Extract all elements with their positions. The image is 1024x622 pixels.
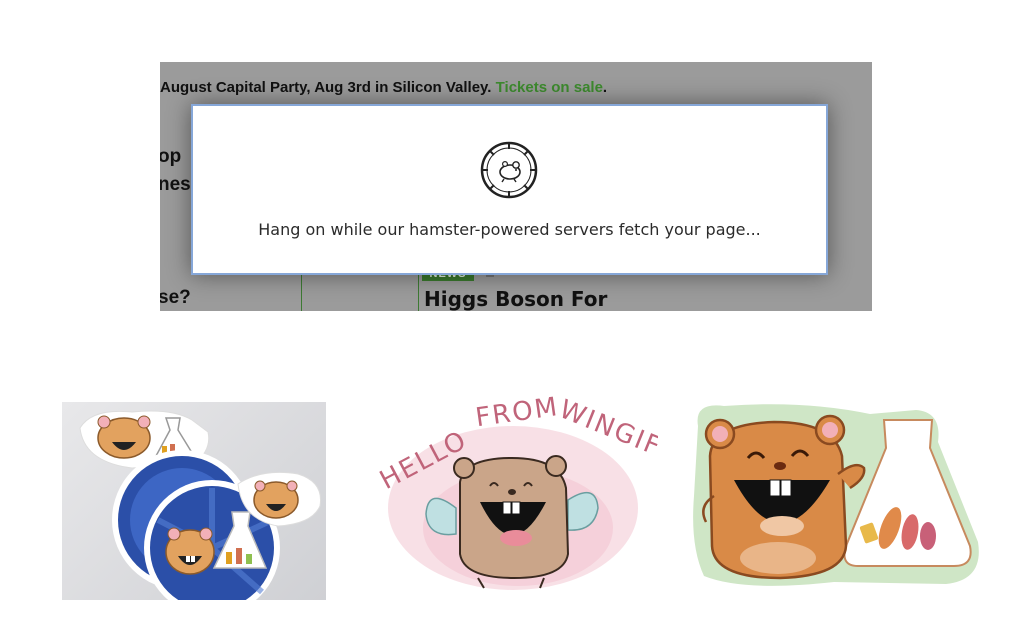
loading-message: Hang on while our hamster-powered server…	[258, 220, 761, 239]
hello-from-wingify-drawing: HELLO FROM WINGIFY	[368, 378, 683, 598]
banner-end: .	[602, 79, 608, 96]
hamster-wheel-icon	[479, 140, 539, 205]
column-divider	[418, 271, 419, 311]
tickets-link[interactable]: Tickets on sale	[496, 79, 603, 96]
column-divider	[301, 271, 302, 311]
banner-text: August Capital Party, Aug 3rd in Silicon…	[160, 79, 492, 96]
headline-fragment: nes	[160, 174, 191, 195]
headline-fragment: op	[160, 146, 182, 167]
headline-fragment: se?	[160, 287, 191, 308]
website-screenshot: August Capital Party, Aug 3rd in Silicon…	[160, 62, 872, 311]
hamster-sticker-photo	[62, 402, 326, 600]
loading-modal: Hang on while our hamster-powered server…	[191, 104, 828, 275]
svg-text:FROM: FROM	[474, 392, 561, 433]
news-headline[interactable]: Higgs Boson For	[424, 287, 607, 311]
hamster-mascot-drawing	[684, 396, 986, 596]
announcement-banner: August Capital Party, Aug 3rd in Silicon…	[160, 79, 872, 96]
